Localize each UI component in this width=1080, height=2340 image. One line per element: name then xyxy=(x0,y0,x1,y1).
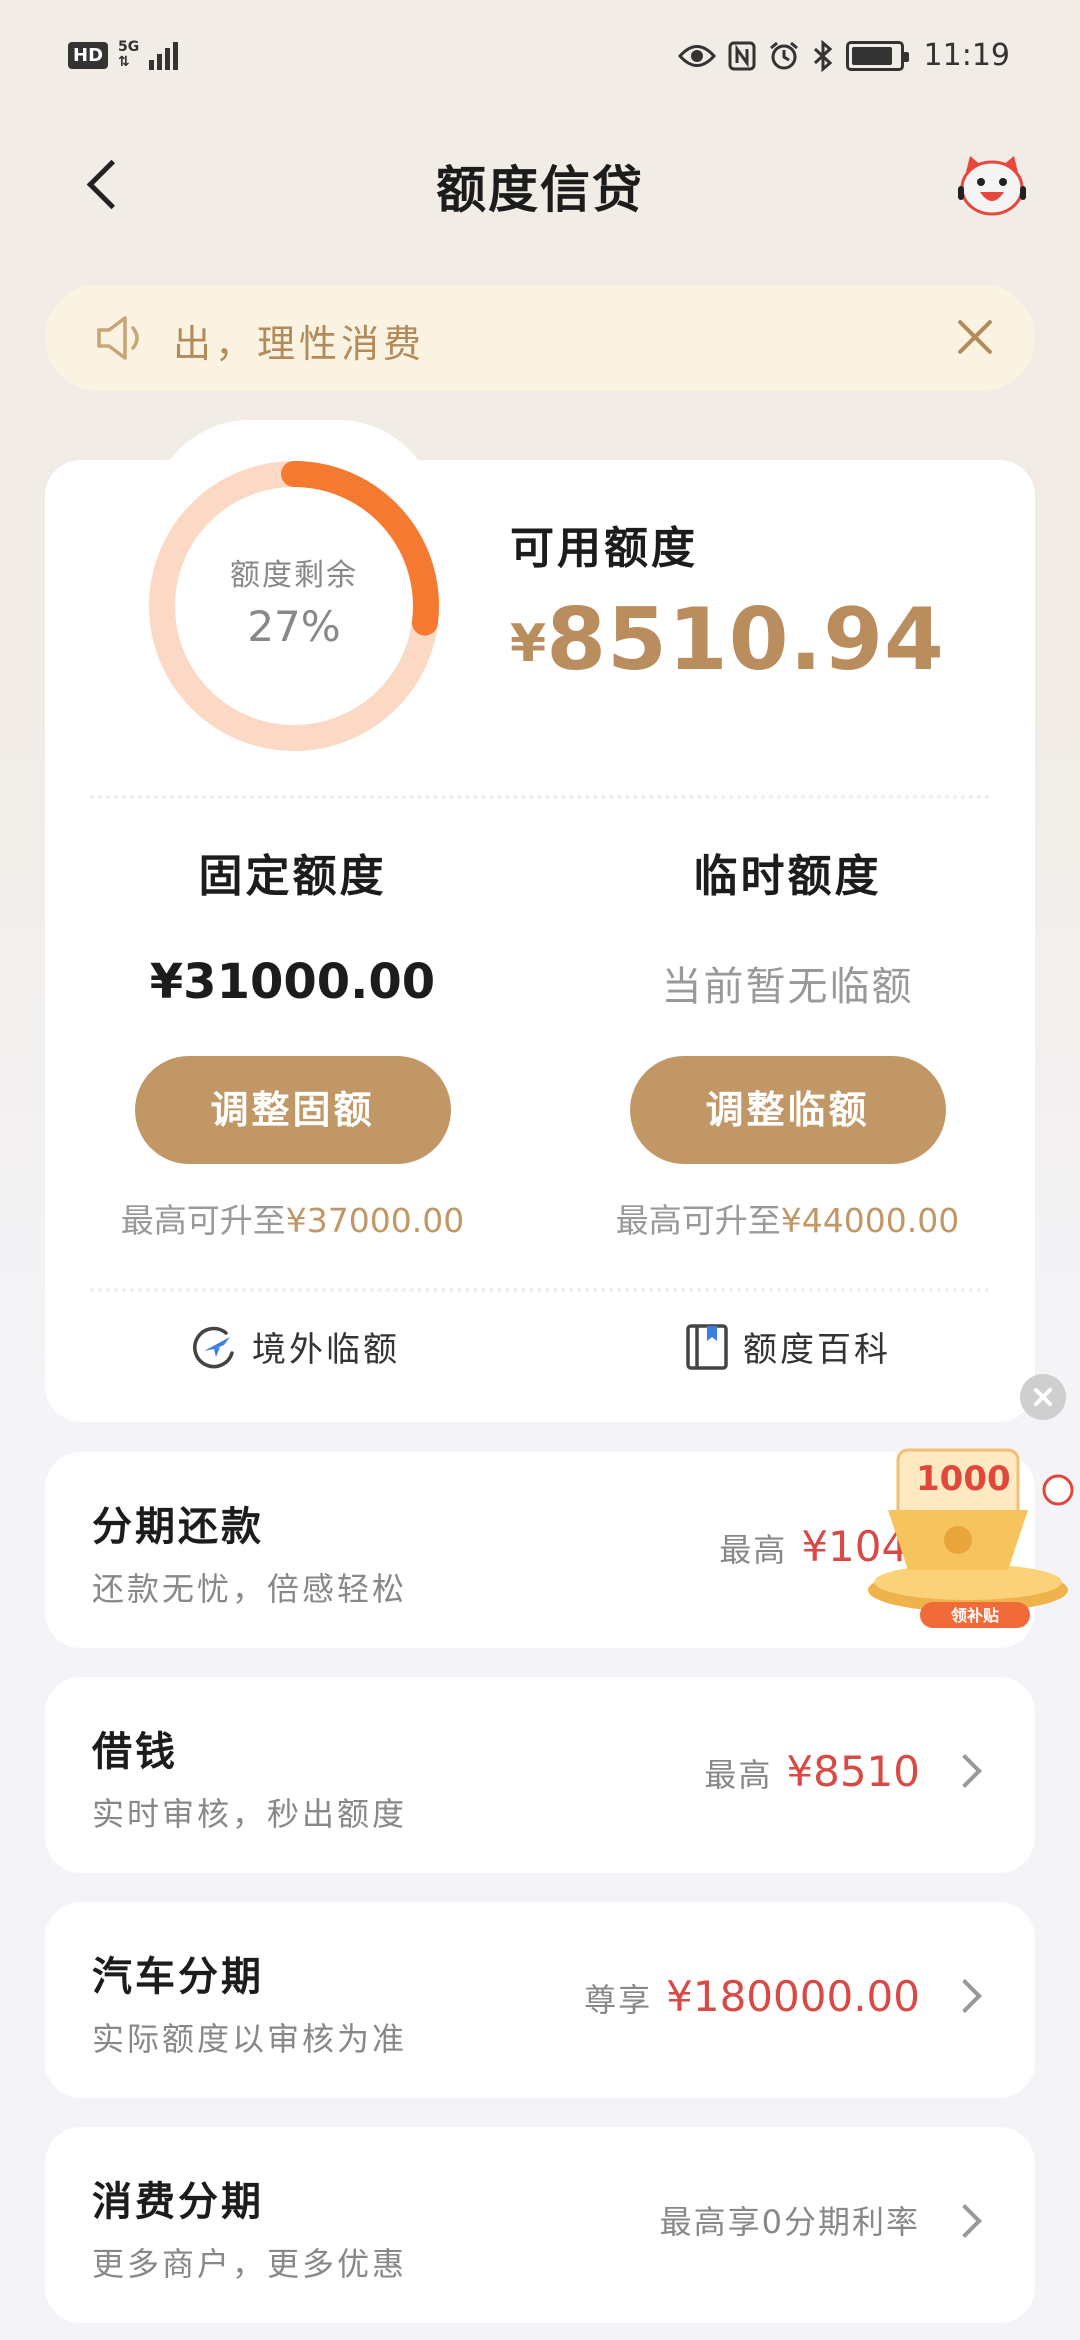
product-offer-prefix: 最高 xyxy=(704,1756,773,1794)
book-icon xyxy=(686,1323,728,1370)
product-offer: 最高享0分期利率 xyxy=(660,2197,920,2243)
close-icon[interactable] xyxy=(945,308,1005,368)
note-prefix: 最高可升至 xyxy=(615,1201,781,1240)
adjust-temporary-credit-button[interactable]: 调整临额 xyxy=(629,1056,946,1164)
card-links: 境外临额 额度百科 xyxy=(45,1322,1035,1392)
fixed-credit-max-note: 最高可升至¥37000.00 xyxy=(45,1194,540,1242)
note-prefix: 最高可升至 xyxy=(120,1201,286,1240)
alarm-icon xyxy=(769,41,798,69)
product-offer: 尊享 ¥180000.00 xyxy=(584,1972,920,2021)
product-title: 借钱 xyxy=(92,1729,178,1775)
mascot-icon xyxy=(1042,1474,1074,1506)
status-right: 11:19 xyxy=(677,38,1010,73)
product-item-car-installment[interactable]: 汽车分期 实际额度以审核为准 尊享 ¥180000.00 xyxy=(45,1902,1035,2098)
battery-icon xyxy=(845,40,909,71)
available-amount-value: 8510.94 xyxy=(546,590,945,690)
temporary-credit-value: 当前暂无临额 xyxy=(661,964,914,1010)
hd-badge: HD xyxy=(68,41,109,69)
notice-banner[interactable]: 出，理性消费 xyxy=(45,285,1035,391)
product-subtitle: 实际额度以审核为准 xyxy=(92,2020,408,2058)
overseas-link-label: 境外临额 xyxy=(252,1330,400,1370)
note-amount: ¥37000.00 xyxy=(285,1201,465,1240)
available-credit-amount: ¥8510.94 xyxy=(510,590,945,690)
ring-progress xyxy=(281,461,439,636)
promo-label: 领补贴 xyxy=(951,1606,999,1625)
chevron-right-icon xyxy=(948,1754,982,1788)
product-item-borrow[interactable]: 借钱 实时审核，秒出额度 最高 ¥8510 xyxy=(45,1677,1035,1873)
note-amount: ¥44000.00 xyxy=(780,1201,960,1240)
plane-globe-icon xyxy=(193,1326,234,1368)
fixed-credit-column: 固定额度 ¥31000.00 调整固额 最高可升至¥37000.00 xyxy=(45,840,540,1242)
available-credit-label: 可用额度 xyxy=(510,523,698,574)
product-offer-prefix: 尊享 xyxy=(584,1981,653,2019)
product-subtitle: 实时审核，秒出额度 xyxy=(92,1795,408,1833)
header: 额度信贷 xyxy=(0,120,1080,250)
adjust-fixed-credit-button[interactable]: 调整固额 xyxy=(134,1056,451,1164)
ring-label: 额度剩余 xyxy=(230,558,358,593)
fixed-credit-title: 固定额度 xyxy=(198,851,387,902)
credit-wiki-link[interactable]: 额度百科 xyxy=(685,1322,891,1371)
temporary-credit-column: 临时额度 当前暂无临额 调整临额 最高可升至¥44000.00 xyxy=(540,840,1035,1242)
status-bar: HD 5G ⇅ 11:19 xyxy=(0,0,1080,120)
speaker-icon xyxy=(97,316,139,360)
ring-percent: 27% xyxy=(247,602,341,651)
temporary-credit-title: 临时额度 xyxy=(693,851,882,902)
data-arrows-icon: ⇅ xyxy=(118,54,130,70)
product-title: 消费分期 xyxy=(92,2179,264,2225)
product-title: 汽车分期 xyxy=(92,1954,264,2000)
coin-icon xyxy=(944,1526,972,1554)
temporary-credit-max-note: 最高可升至¥44000.00 xyxy=(540,1194,1035,1242)
status-left: HD 5G ⇅ xyxy=(68,40,179,70)
overseas-temp-credit-link[interactable]: 境外临额 xyxy=(190,1322,400,1371)
product-offer-prefix: 最高 xyxy=(719,1531,788,1569)
clock: 11:19 xyxy=(923,38,1010,73)
nfc-icon xyxy=(728,41,756,70)
chevron-right-icon xyxy=(948,2204,982,2238)
product-item-consumer-installment[interactable]: 消费分期 更多商户，更多优惠 最高享0分期利率 xyxy=(45,2127,1035,2323)
signal-icon xyxy=(149,40,179,70)
chevron-right-icon xyxy=(948,1979,982,2013)
network-type: 5G xyxy=(118,39,140,55)
product-subtitle: 更多商户，更多优惠 xyxy=(92,2245,408,2283)
promo-close-icon[interactable] xyxy=(1020,1374,1066,1420)
product-offer-amount: ¥8510 xyxy=(786,1747,920,1796)
network-indicator: 5G ⇅ xyxy=(118,40,139,70)
divider xyxy=(90,795,990,799)
subsidy-promo-widget[interactable]: 1000 领补贴 xyxy=(858,1440,1080,1630)
page-title: 额度信贷 xyxy=(436,161,644,219)
currency-symbol: ¥ xyxy=(510,614,547,674)
promo-amount: 1000 xyxy=(916,1459,1011,1499)
product-title: 分期还款 xyxy=(92,1504,264,1550)
notice-text: 出，理性消费 xyxy=(173,322,426,366)
product-offer-prefix: 最高享0分期利率 xyxy=(659,2203,920,2241)
divider xyxy=(90,1288,990,1292)
product-offer-amount: ¥180000.00 xyxy=(666,1972,920,2021)
product-subtitle: 还款无忧，倍感轻松 xyxy=(92,1570,408,1608)
product-offer: 最高 ¥8510 xyxy=(704,1747,920,1796)
eye-icon xyxy=(677,44,716,67)
fixed-credit-value: ¥31000.00 xyxy=(149,954,436,1010)
customer-service-mascot-icon[interactable] xyxy=(956,154,1028,218)
bluetooth-icon xyxy=(813,39,832,72)
wiki-link-label: 额度百科 xyxy=(743,1330,891,1370)
